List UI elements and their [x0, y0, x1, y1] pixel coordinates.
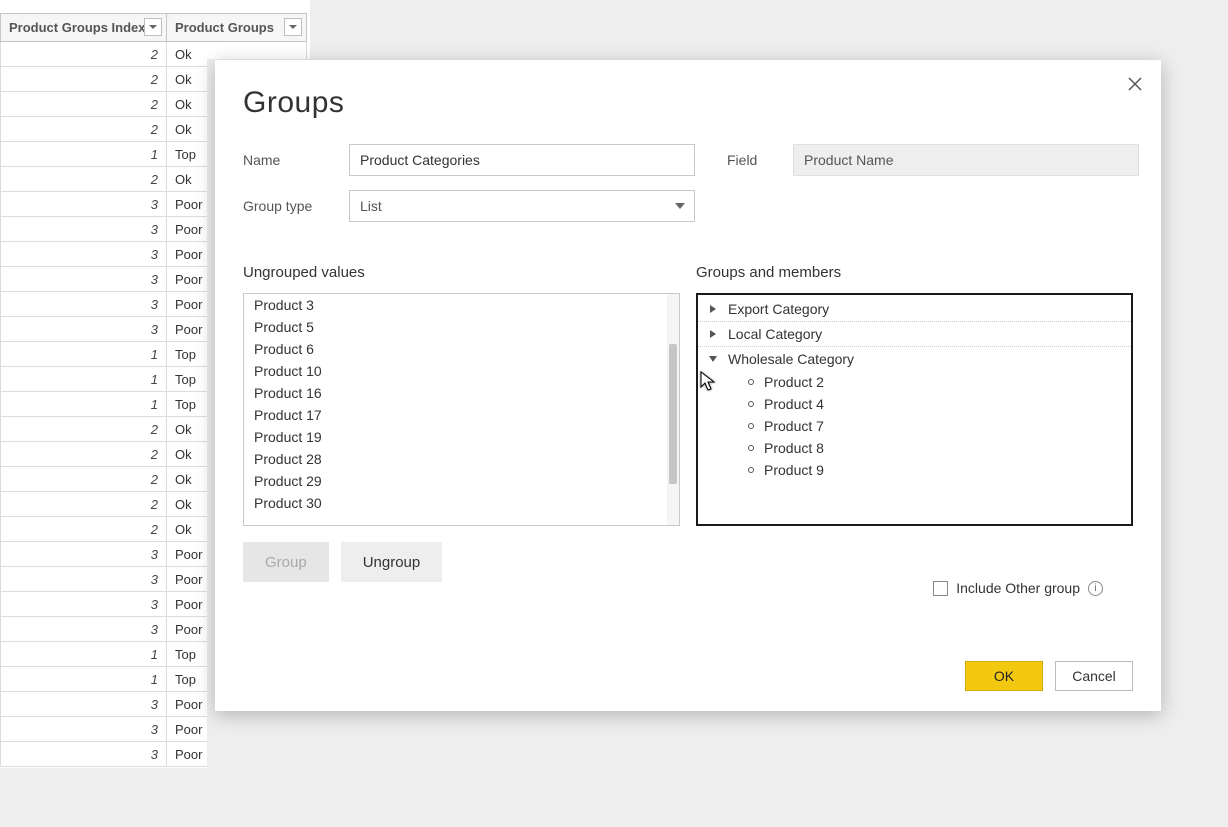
cell-index: 2 — [1, 117, 167, 142]
dialog-title: Groups — [243, 86, 1133, 120]
group-member[interactable]: Product 7 — [698, 415, 1131, 437]
group-item-label: Wholesale Category — [728, 351, 854, 367]
cell-index: 2 — [1, 67, 167, 92]
cell-index: 1 — [1, 667, 167, 692]
cell-index: 1 — [1, 142, 167, 167]
cell-index: 3 — [1, 567, 167, 592]
cell-index: 3 — [1, 742, 167, 767]
cell-index: 3 — [1, 192, 167, 217]
info-icon[interactable]: i — [1088, 581, 1103, 596]
group-item[interactable]: Local Category — [698, 322, 1131, 347]
cell-index: 3 — [1, 242, 167, 267]
name-label: Name — [243, 152, 333, 168]
bullet-icon — [748, 445, 754, 451]
group-member-label: Product 8 — [764, 440, 824, 456]
include-other-checkbox[interactable] — [933, 581, 948, 596]
cell-index: 2 — [1, 167, 167, 192]
cell-index: 3 — [1, 717, 167, 742]
bullet-icon — [748, 423, 754, 429]
col-header-groups[interactable]: Product Groups — [167, 14, 307, 42]
group-member[interactable]: Product 4 — [698, 393, 1131, 415]
field-label: Field — [711, 152, 777, 168]
group-item[interactable]: Wholesale Category — [698, 347, 1131, 371]
group-button[interactable]: Group — [243, 542, 329, 582]
cell-index: 2 — [1, 467, 167, 492]
cell-index: 1 — [1, 392, 167, 417]
group-type-select[interactable]: List — [349, 190, 695, 222]
group-member[interactable]: Product 8 — [698, 437, 1131, 459]
group-member[interactable]: Product 2 — [698, 371, 1131, 393]
cell-index: 2 — [1, 42, 167, 67]
cell-index: 3 — [1, 617, 167, 642]
col-header-groups-label: Product Groups — [175, 20, 274, 35]
ungrouped-title: Ungrouped values — [243, 264, 680, 281]
chevron-down-icon — [673, 199, 687, 216]
list-item[interactable]: Product 30 — [244, 492, 667, 514]
field-readonly: Product Name — [793, 144, 1139, 176]
cell-index: 2 — [1, 417, 167, 442]
group-item-label: Export Category — [728, 301, 829, 317]
list-item[interactable]: Product 5 — [244, 316, 667, 338]
caret-right-icon — [708, 301, 718, 317]
groups-tree[interactable]: Export Category Local Category Wholesale C… — [696, 293, 1133, 526]
cell-index: 3 — [1, 592, 167, 617]
cell-index: 3 — [1, 217, 167, 242]
group-member-label: Product 7 — [764, 418, 824, 434]
cell-index: 2 — [1, 92, 167, 117]
group-type-value: List — [360, 198, 382, 214]
scrollbar-thumb[interactable] — [669, 344, 677, 484]
bullet-icon — [748, 401, 754, 407]
col-header-dropdown-icon[interactable] — [284, 18, 302, 36]
cell-index: 1 — [1, 342, 167, 367]
cell-index: 1 — [1, 367, 167, 392]
ungroup-button[interactable]: Ungroup — [341, 542, 443, 582]
col-header-dropdown-icon[interactable] — [144, 18, 162, 36]
cancel-button[interactable]: Cancel — [1055, 661, 1133, 691]
list-item[interactable]: Product 29 — [244, 470, 667, 492]
group-type-label: Group type — [243, 198, 333, 214]
group-member-label: Product 9 — [764, 462, 824, 478]
ungrouped-listbox[interactable]: Product 3Product 5Product 6Product 10Pro… — [243, 293, 680, 526]
cell-index: 1 — [1, 642, 167, 667]
col-header-index-label: Product Groups Index — [9, 20, 146, 35]
group-member-label: Product 2 — [764, 374, 824, 390]
list-item[interactable]: Product 16 — [244, 382, 667, 404]
ok-button[interactable]: OK — [965, 661, 1043, 691]
group-item-label: Local Category — [728, 326, 822, 342]
groups-dialog: Groups Name Field Product Name Group typ… — [215, 60, 1161, 711]
cell-index: 2 — [1, 492, 167, 517]
group-member[interactable]: Product 9 — [698, 459, 1131, 481]
scrollbar[interactable] — [667, 294, 679, 525]
bullet-icon — [748, 467, 754, 473]
list-item[interactable]: Product 17 — [244, 404, 667, 426]
groups-title: Groups and members — [696, 264, 1133, 281]
cell-index: 3 — [1, 542, 167, 567]
include-other-label: Include Other group — [956, 580, 1080, 596]
list-item[interactable]: Product 28 — [244, 448, 667, 470]
list-item[interactable]: Product 6 — [244, 338, 667, 360]
cell-index: 3 — [1, 292, 167, 317]
group-item[interactable]: Export Category — [698, 297, 1131, 322]
col-header-index[interactable]: Product Groups Index — [1, 14, 167, 42]
list-item[interactable]: Product 19 — [244, 426, 667, 448]
bullet-icon — [748, 379, 754, 385]
list-item[interactable]: Product 3 — [244, 294, 667, 316]
cell-index: 3 — [1, 692, 167, 717]
list-item[interactable]: Product 10 — [244, 360, 667, 382]
name-input[interactable] — [349, 144, 695, 176]
cell-index: 3 — [1, 267, 167, 292]
cell-index: 3 — [1, 317, 167, 342]
caret-right-icon — [708, 326, 718, 342]
cell-index: 2 — [1, 517, 167, 542]
group-member-label: Product 4 — [764, 396, 824, 412]
cell-index: 2 — [1, 442, 167, 467]
caret-down-icon — [708, 351, 718, 367]
